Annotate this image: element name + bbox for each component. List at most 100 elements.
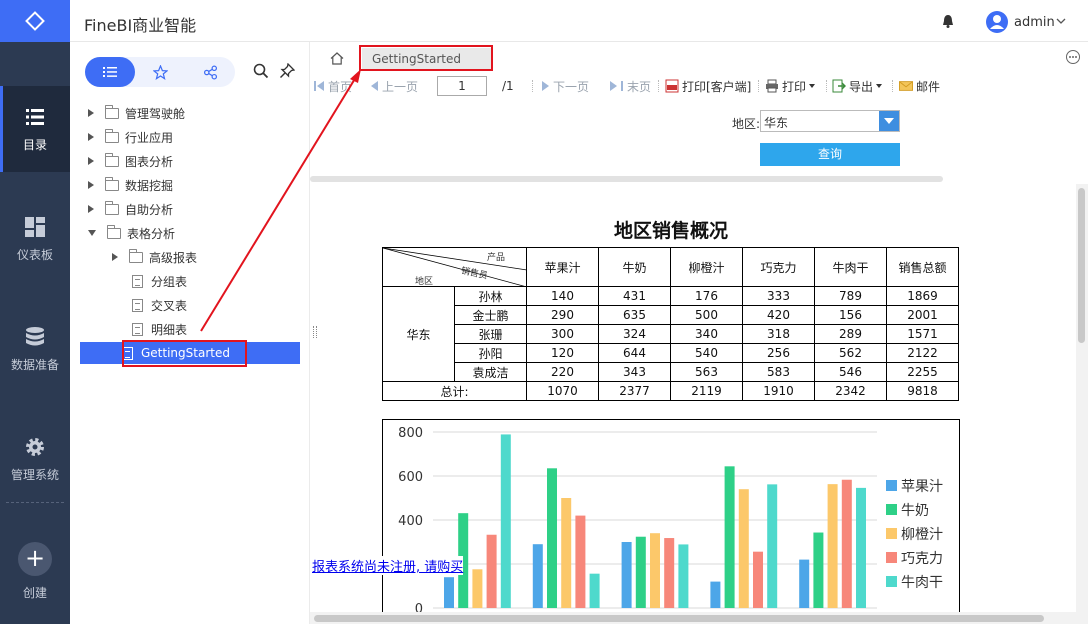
nav-item-catalog[interactable]: 目录 — [0, 86, 70, 172]
more-icon[interactable] — [1066, 50, 1080, 64]
query-button[interactable]: 查询 — [760, 143, 900, 166]
bar[interactable] — [444, 577, 454, 608]
tree-item[interactable]: 交叉表 — [132, 294, 187, 316]
chevron-down-icon[interactable] — [1056, 16, 1066, 26]
legend-label[interactable]: 柳橙汁 — [901, 526, 943, 543]
bar[interactable] — [486, 534, 497, 608]
legend-label[interactable]: 苹果汁 — [901, 479, 943, 495]
bell-icon[interactable] — [942, 14, 954, 28]
page-number-input[interactable]: 1 — [437, 76, 487, 96]
tree-item-label: 自助分析 — [125, 202, 174, 217]
bar[interactable] — [724, 466, 735, 608]
nav-item-create[interactable]: + 创建 — [0, 528, 70, 614]
user-name[interactable]: admin — [1014, 15, 1055, 30]
tree-item[interactable]: 数据挖掘 — [88, 174, 173, 196]
bar[interactable] — [532, 544, 543, 608]
print-button[interactable]: 打印 — [765, 78, 816, 94]
tab-share[interactable] — [185, 57, 235, 87]
caret-right-icon[interactable] — [88, 133, 94, 141]
tree-item[interactable]: 分组表 — [132, 270, 187, 292]
database-icon — [26, 326, 44, 345]
panel-splitter[interactable] — [313, 326, 317, 338]
dropdown-arrow-icon[interactable] — [879, 111, 899, 131]
last-page-button[interactable]: 末页 — [610, 78, 651, 94]
bar[interactable] — [710, 581, 721, 608]
bar[interactable] — [547, 468, 557, 608]
gear-icon — [26, 437, 44, 456]
bar[interactable] — [561, 498, 572, 608]
next-page-button[interactable]: 下一页 — [542, 78, 589, 94]
caret-right-icon[interactable] — [88, 205, 94, 213]
bar[interactable] — [813, 532, 824, 608]
column-header: 牛奶 — [598, 247, 671, 287]
value-cell: 156 — [814, 305, 887, 325]
bar[interactable] — [664, 538, 675, 608]
printer-icon — [766, 79, 778, 93]
nav-item-management[interactable]: 管理系统 — [0, 416, 70, 502]
pin-icon[interactable] — [279, 63, 295, 79]
vertical-scrollbar-thumb[interactable] — [1078, 188, 1085, 343]
search-icon[interactable] — [253, 63, 269, 79]
bar[interactable] — [753, 551, 763, 608]
export-button[interactable]: 导出 — [832, 78, 883, 94]
bar[interactable] — [472, 569, 483, 608]
nav-item-data-prep[interactable]: 数据准备 — [0, 306, 70, 392]
tree-item[interactable]: 管理驾驶舱 — [88, 102, 185, 124]
bar[interactable] — [589, 573, 600, 608]
print-client-button[interactable]: 打印[客户端] — [665, 78, 751, 94]
y-tick-label: 800 — [398, 426, 423, 441]
tree-item[interactable]: 自助分析 — [88, 198, 173, 220]
app-root: 目录 仪表板 数据准备 管理系统 + 创建 FineBI商业智能 admin 管… — [0, 0, 1088, 624]
horizontal-scrollbar-thumb[interactable] — [314, 615, 1044, 622]
caret-right-icon[interactable] — [88, 157, 94, 165]
tree-item[interactable]: 图表分析 — [88, 150, 173, 172]
file-icon — [132, 298, 143, 312]
caret-down-icon[interactable] — [88, 230, 96, 236]
tree-item[interactable]: 明细表 — [132, 318, 187, 340]
caret-right-icon[interactable] — [88, 109, 94, 117]
pdf-print-icon — [665, 79, 679, 93]
legend-label[interactable]: 巧克力 — [901, 551, 943, 567]
region-select-value: 华东 — [764, 116, 789, 130]
prev-page-label: 上一页 — [382, 79, 419, 94]
value-cell: 343 — [598, 362, 671, 382]
bar[interactable] — [575, 515, 586, 608]
legend-label[interactable]: 牛肉干 — [901, 575, 943, 591]
bar[interactable] — [678, 544, 689, 608]
logo[interactable] — [0, 0, 70, 42]
bar[interactable] — [621, 542, 632, 608]
bar[interactable] — [500, 434, 511, 608]
tree-item[interactable]: 表格分析 — [88, 222, 175, 244]
bar[interactable] — [650, 533, 660, 608]
tree-item[interactable]: 行业应用 — [88, 126, 173, 148]
caret-right-icon[interactable] — [112, 253, 118, 261]
param-scrollbar[interactable] — [310, 176, 943, 182]
horizontal-scrollbar[interactable] — [310, 612, 1088, 624]
vertical-scrollbar[interactable] — [1076, 184, 1088, 612]
nav-item-dashboard[interactable]: 仪表板 — [0, 196, 70, 282]
bar[interactable] — [799, 559, 810, 608]
value-cell: 1571 — [886, 324, 959, 344]
mail-button[interactable]: 邮件 — [899, 78, 940, 94]
bar[interactable] — [635, 536, 646, 608]
first-page-button[interactable]: 首页 — [314, 78, 352, 94]
bar[interactable] — [767, 484, 778, 608]
avatar[interactable] — [986, 11, 1008, 33]
tab-favorites[interactable] — [135, 57, 185, 87]
tree-item-label: 行业应用 — [125, 130, 174, 145]
total-cell: 2119 — [670, 381, 743, 401]
bar[interactable] — [841, 479, 852, 608]
value-cell: 583 — [742, 362, 815, 382]
value-cell: 540 — [670, 343, 743, 363]
prev-page-button[interactable]: 上一页 — [371, 78, 418, 94]
tab-list-view[interactable] — [85, 57, 135, 87]
legend-label[interactable]: 牛奶 — [901, 503, 929, 519]
caret-right-icon[interactable] — [88, 181, 94, 189]
unregistered-link[interactable]: 报表系统尚未注册, 请购买 — [312, 556, 464, 575]
home-icon[interactable] — [330, 52, 344, 65]
bar[interactable] — [856, 487, 866, 608]
bar[interactable] — [738, 489, 749, 608]
bar[interactable] — [827, 484, 838, 608]
tree-item[interactable]: 高级报表 — [112, 246, 197, 268]
region-select[interactable]: 华东 — [760, 110, 900, 132]
